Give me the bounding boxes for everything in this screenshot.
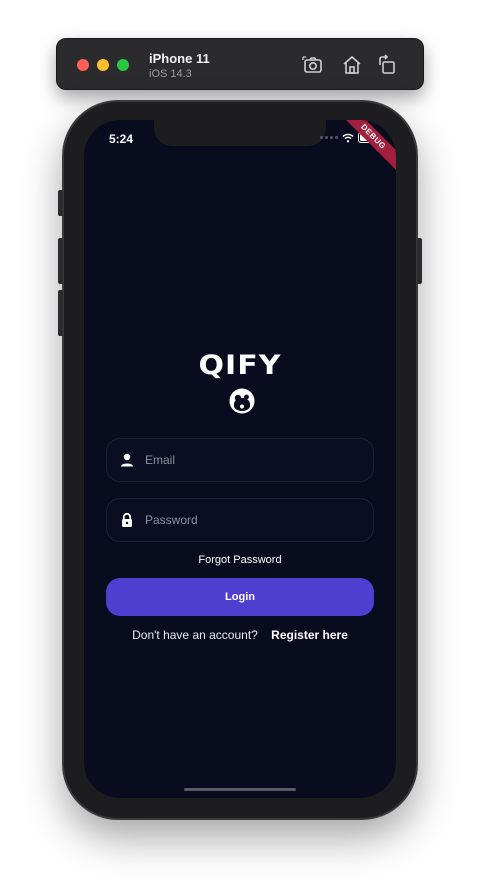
cellular-signal-icon: [320, 136, 338, 139]
zoom-window-button[interactable]: [117, 59, 129, 71]
email-input[interactable]: [143, 439, 363, 481]
simulator-toolbar: iPhone 11 iOS 14.3: [56, 38, 424, 90]
email-field[interactable]: [106, 438, 374, 482]
register-row: Don't have an account? Register here: [84, 628, 396, 642]
password-input[interactable]: [143, 499, 363, 541]
lock-icon: [119, 512, 135, 528]
forgot-password-link[interactable]: Forgot Password: [84, 554, 396, 566]
minimize-window-button[interactable]: [97, 59, 109, 71]
register-link[interactable]: Register here: [271, 628, 348, 642]
volume-down-button: [58, 290, 63, 336]
os-version: iOS 14.3: [149, 68, 192, 80]
notch: [154, 120, 326, 146]
person-icon: [119, 452, 135, 468]
mute-switch: [58, 190, 63, 216]
register-question: Don't have an account?: [132, 628, 258, 642]
power-button: [417, 238, 422, 284]
login-button[interactable]: Login: [106, 578, 374, 616]
home-icon[interactable]: [340, 53, 364, 77]
rotate-icon[interactable]: [375, 53, 399, 77]
status-time: 5:24: [109, 132, 134, 146]
volume-up-button: [58, 238, 63, 284]
logo-emblem-icon: [229, 388, 255, 414]
app-logo: QIFY: [198, 349, 282, 382]
password-field[interactable]: [106, 498, 374, 542]
app-screen: 5:24 DEBUG QIFY Email Forgot Password Lo…: [84, 120, 396, 798]
home-indicator[interactable]: [184, 788, 296, 791]
device-name: iPhone 11: [149, 51, 210, 66]
wifi-icon: [342, 133, 354, 142]
screenshot-icon[interactable]: [301, 53, 325, 77]
close-window-button[interactable]: [77, 59, 89, 71]
